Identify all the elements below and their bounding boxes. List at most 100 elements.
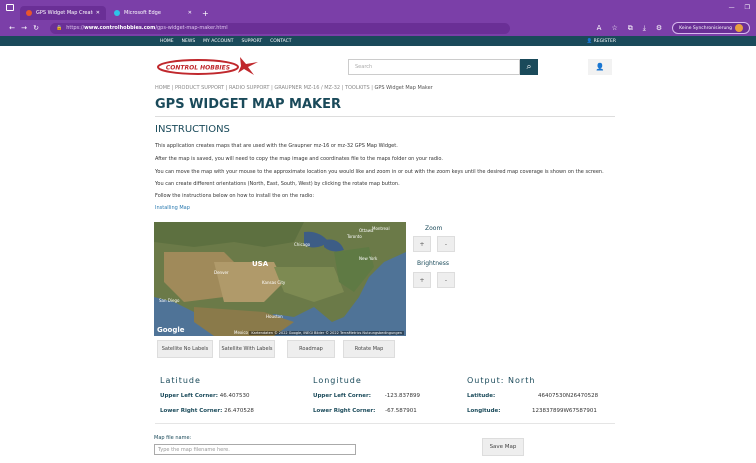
- read-aloud-icon[interactable]: A: [597, 24, 602, 32]
- tab-label: GPS Widget Map Creator for Gra: [36, 10, 93, 16]
- logo-text: CONTROL HOBBIES: [166, 65, 230, 72]
- brightness-down-button[interactable]: -: [437, 272, 455, 288]
- output-latitude-label-text: Latitude:: [467, 393, 496, 399]
- output-latitude-value: 46407530N26470528: [538, 393, 599, 399]
- account-button[interactable]: 👤: [588, 59, 612, 75]
- site-favicon-icon: [26, 10, 32, 16]
- map-label-city: New York: [359, 256, 378, 261]
- lower-right-label: Lower Right Corner:: [313, 408, 376, 414]
- breadcrumb-toolkits[interactable]: TOOLKITS: [345, 85, 370, 91]
- breadcrumb-home[interactable]: HOME: [155, 85, 170, 91]
- avatar: [735, 24, 743, 32]
- satellite-map[interactable]: USA Chicago Toronto Montreal San Diego H…: [154, 222, 406, 336]
- extensions-icon[interactable]: ⚙: [656, 24, 662, 32]
- map-label-city: Montreal: [372, 226, 390, 231]
- breadcrumb-current: GPS Widget Map Maker: [374, 85, 433, 91]
- output-longitude-label-text: Longitude:: [467, 408, 501, 414]
- forward-icon[interactable]: →: [18, 24, 30, 32]
- collections-icon[interactable]: ⧉: [628, 24, 633, 33]
- lower-right-label: Lower Right Corner:: [160, 408, 223, 414]
- breadcrumb-product-support[interactable]: PRODUCT SUPPORT: [175, 85, 224, 91]
- tab-microsoft-edge[interactable]: Microsoft Edge ✕: [108, 6, 198, 20]
- instructions-heading: INSTRUCTIONS: [155, 124, 230, 135]
- map-label-usa: USA: [252, 260, 269, 268]
- tab-gps-widget[interactable]: GPS Widget Map Creator for Gra ✕: [20, 6, 106, 20]
- register-link[interactable]: 👤 REGISTER: [587, 39, 616, 44]
- map-file-name-input[interactable]: Type the map filename here.: [154, 444, 356, 455]
- instruction-text: You can create different orientations (N…: [155, 181, 400, 187]
- page-title: GPS WIDGET MAP MAKER: [155, 97, 342, 112]
- tab-label: Microsoft Edge: [124, 10, 161, 16]
- nav-my-account[interactable]: MY ACCOUNT: [203, 39, 233, 44]
- nav-home[interactable]: HOME: [160, 39, 174, 44]
- brightness-up-button[interactable]: +: [413, 272, 431, 288]
- user-icon: 👤: [595, 63, 605, 71]
- lat-upper-left-value: 46.407530: [219, 393, 250, 399]
- control-hobbies-logo[interactable]: CONTROL HOBBIES: [156, 56, 260, 76]
- breadcrumb-radio-support[interactable]: RADIO SUPPORT: [229, 85, 270, 91]
- breadcrumb-graupner[interactable]: GRAUPNER MZ-16 / MZ-32: [274, 85, 340, 91]
- download-icon[interactable]: ⤓: [643, 24, 646, 33]
- output-longitude-value: 123837899W67587901: [532, 408, 597, 414]
- minimize-icon[interactable]: —: [729, 4, 735, 11]
- zoom-out-button[interactable]: -: [437, 236, 455, 252]
- map-file-name-label: Map file name:: [154, 435, 192, 441]
- divider: [155, 116, 615, 117]
- close-icon[interactable]: ✕: [188, 10, 192, 16]
- close-icon[interactable]: ✕: [96, 10, 100, 16]
- lat-lower-right-value: 26.470528: [224, 408, 254, 414]
- instruction-text: Follow the instructions below on how to …: [155, 193, 315, 199]
- window-controls: — ❐: [729, 4, 750, 11]
- lock-icon[interactable]: 🔒: [56, 25, 62, 31]
- sync-label: Keine Synchronisierung: [679, 25, 732, 31]
- lon-lower-right: Lower Right Corner: -67.587901: [313, 408, 417, 414]
- instruction-text: This application creates maps that are u…: [155, 143, 398, 149]
- url-scheme: https://: [66, 25, 85, 31]
- edge-favicon-icon: [114, 10, 120, 16]
- tab-actions-icon[interactable]: [6, 4, 14, 11]
- map-label-city: Chicago: [294, 242, 311, 247]
- map-credit[interactable]: Kartendaten © 2022 Google, INEGI Bilder …: [249, 331, 404, 335]
- output-latitude-label: Latitude:: [467, 393, 495, 399]
- output-heading: Output: North: [467, 376, 536, 385]
- new-tab-icon[interactable]: +: [202, 9, 209, 18]
- longitude-heading: Longitude: [313, 376, 362, 385]
- url-path: /gps-widget-map-maker.html: [155, 25, 228, 31]
- lon-lower-right-value: -67.587901: [385, 408, 417, 414]
- instruction-text: You can move the map with your mouse to …: [155, 169, 604, 175]
- map-label-city: Houston: [266, 314, 283, 319]
- save-map-button[interactable]: Save Map: [482, 438, 524, 456]
- url-domain: www.controlhobbies.com: [84, 25, 156, 31]
- zoom-label: Zoom: [425, 225, 443, 232]
- map-label-mexico: Mexico: [234, 330, 248, 335]
- zoom-in-button[interactable]: +: [413, 236, 431, 252]
- lat-lower-right: Lower Right Corner: 26.470528: [160, 408, 254, 414]
- search-icon: ⌕: [526, 62, 532, 72]
- brightness-label: Brightness: [417, 260, 449, 267]
- breadcrumb: HOME | PRODUCT SUPPORT | RADIO SUPPORT |…: [155, 85, 433, 91]
- profile-sync-button[interactable]: Keine Synchronisierung: [672, 22, 750, 34]
- divider: [155, 423, 615, 424]
- installing-map-link[interactable]: Installing Map: [155, 205, 190, 211]
- instruction-text: After the map is saved, you will need to…: [155, 156, 443, 162]
- map-label-city: San Diego: [159, 298, 180, 303]
- latitude-heading: Latitude: [160, 376, 201, 385]
- rotate-map-button[interactable]: Rotate Map: [343, 340, 395, 358]
- search-input[interactable]: Search: [348, 59, 520, 75]
- nav-contact[interactable]: CONTACT: [270, 39, 291, 44]
- nav-news[interactable]: NEWS: [182, 39, 196, 44]
- search-button[interactable]: ⌕: [520, 59, 538, 75]
- restore-icon[interactable]: ❐: [745, 4, 750, 11]
- satellite-with-labels-button[interactable]: Satellite With Labels: [219, 340, 275, 358]
- back-icon[interactable]: ←: [6, 24, 18, 32]
- address-bar[interactable]: 🔒 https:// www.controlhobbies.com /gps-w…: [50, 22, 510, 34]
- nav-support[interactable]: SUPPORT: [241, 39, 262, 44]
- refresh-icon[interactable]: ↻: [30, 24, 42, 32]
- register-label: REGISTER: [593, 38, 616, 44]
- user-icon: 👤: [586, 38, 593, 44]
- lat-upper-left: Upper Left Corner: 46.407530: [160, 393, 249, 399]
- favorite-star-icon[interactable]: ☆: [611, 24, 617, 32]
- map-label-city: Toronto: [347, 234, 362, 239]
- satellite-no-labels-button[interactable]: Satellite No Labels: [157, 340, 213, 358]
- roadmap-button[interactable]: Roadmap: [287, 340, 335, 358]
